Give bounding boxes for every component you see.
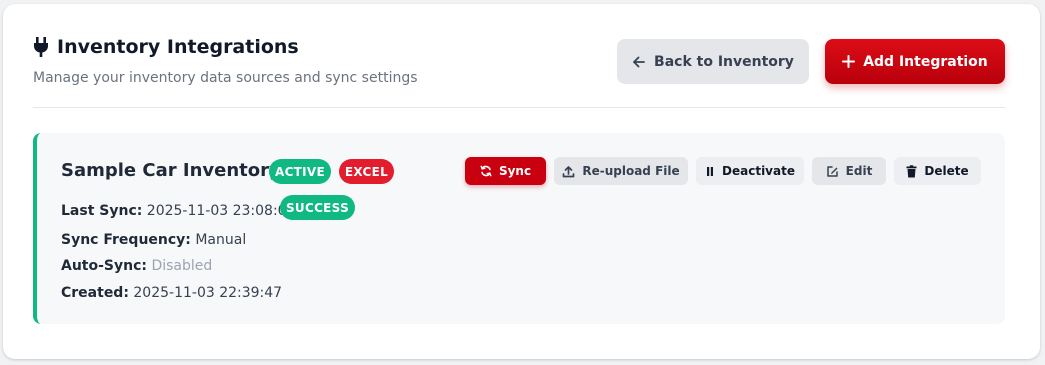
arrow-left-icon [632,55,646,69]
delete-button[interactable]: Delete [894,157,981,185]
reupload-file-button[interactable]: Re-upload File [554,157,688,185]
created-field: Created: 2025-11-03 22:39:47 [61,285,282,301]
sync-frequency-field: Sync Frequency: Manual [61,232,246,248]
sync-frequency-label: Sync Frequency: [61,232,191,248]
created-label: Created: [61,285,129,301]
page-subtitle: Manage your inventory data sources and s… [33,70,418,86]
plug-icon [33,36,49,58]
sync-icon [480,165,492,177]
back-to-inventory-button[interactable]: Back to Inventory [617,39,809,84]
auto-sync-value: Disabled [151,258,213,274]
add-integration-button[interactable]: Add Integration [825,39,1005,84]
back-to-inventory-label: Back to Inventory [654,53,794,70]
auto-sync-label: Auto-Sync: [61,258,147,274]
upload-icon [562,165,575,178]
pause-icon [705,166,715,177]
sync-status-badge: SUCCESS [280,195,355,220]
created-value: 2025-11-03 22:39:47 [133,285,283,301]
deactivate-label: Deactivate [722,164,795,178]
sync-button[interactable]: Sync [465,157,546,185]
page-title-text: Inventory Integrations [57,36,299,58]
edit-icon [826,165,839,178]
auto-sync-field: Auto-Sync: Disabled [61,258,212,274]
sync-label: Sync [498,164,532,178]
sync-frequency-value: Manual [195,232,247,248]
page-title: Inventory Integrations [33,36,299,58]
status-badge: ACTIVE [269,159,331,184]
delete-label: Delete [924,164,969,178]
header-divider [33,107,1005,108]
trash-icon [906,164,917,178]
reupload-file-label: Re-upload File [582,164,680,178]
last-sync-field: Last Sync: 2025-11-03 23:08:07 [61,203,296,219]
edit-label: Edit [845,164,873,178]
integration-name: Sample Car Inventory [61,160,281,181]
last-sync-label: Last Sync: [61,203,143,219]
deactivate-button[interactable]: Deactivate [696,157,804,185]
edit-button[interactable]: Edit [812,157,886,185]
last-sync-value: 2025-11-03 23:08:07 [146,203,296,219]
type-badge: EXCEL [339,159,394,184]
plus-icon [842,55,856,68]
add-integration-label: Add Integration [863,53,988,70]
